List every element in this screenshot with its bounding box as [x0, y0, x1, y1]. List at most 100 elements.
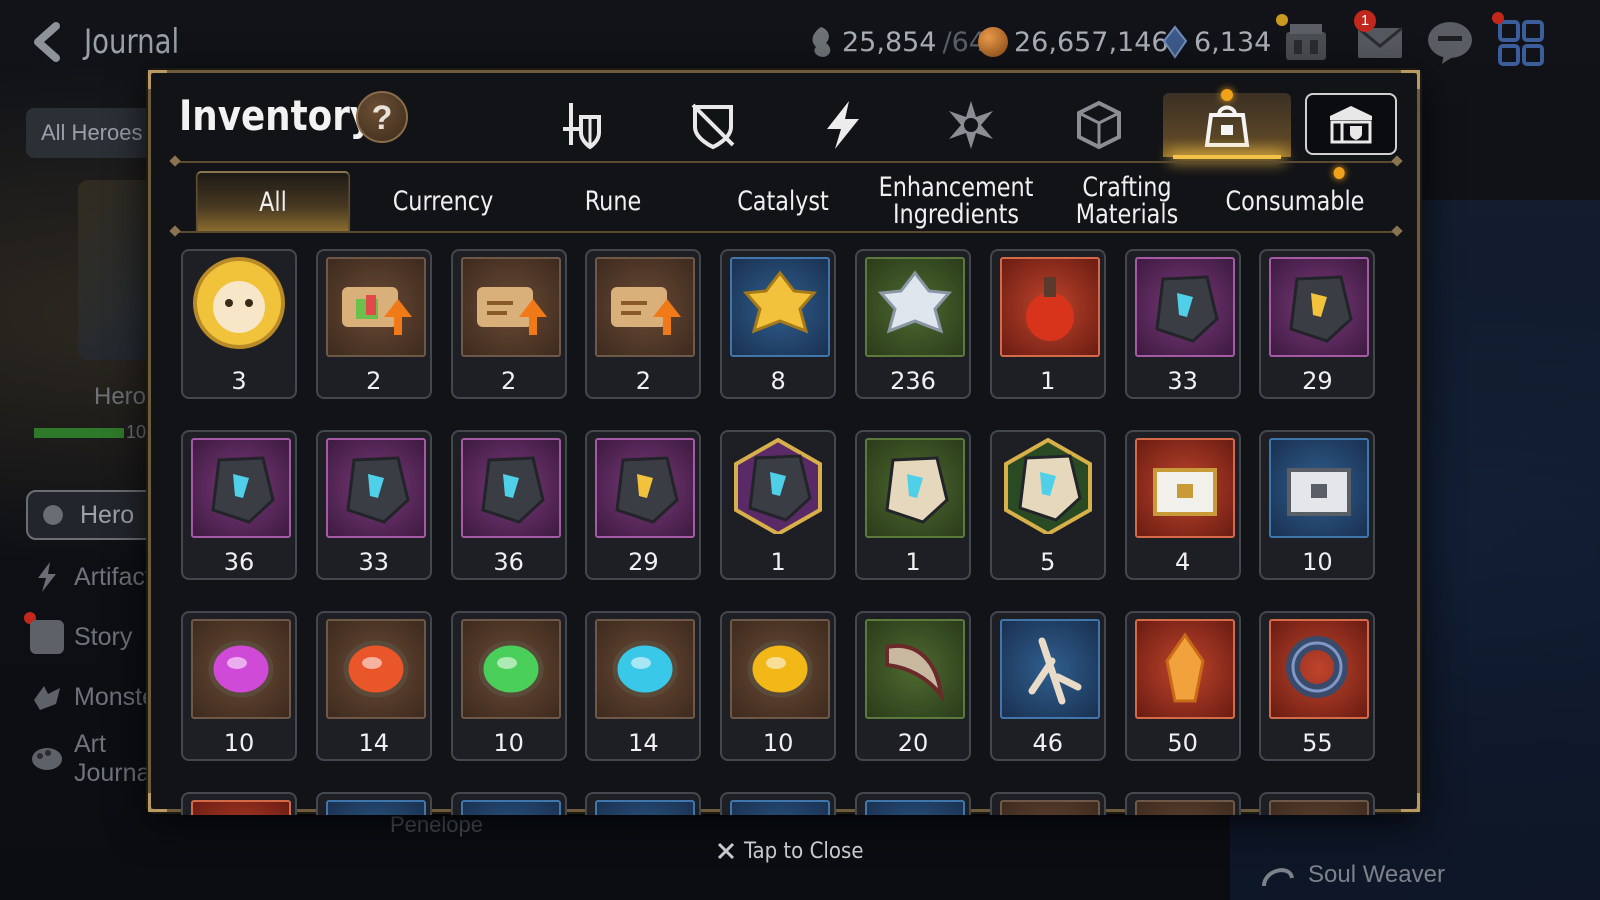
tab-bag[interactable] — [1163, 89, 1291, 159]
inventory-slot-partial[interactable] — [585, 792, 702, 815]
scroll-up-icon — [460, 257, 561, 357]
item-count: 36 — [493, 548, 524, 576]
item-count: 29 — [628, 548, 659, 576]
item-count: 2 — [635, 367, 652, 395]
subtab-enhancement-ingredients[interactable]: Enhancement Ingredients — [874, 171, 1038, 231]
item-art-partial — [999, 800, 1100, 815]
inventory-modal: Inventory ? All Currency Rune Catalyst E… — [148, 70, 1420, 815]
inventory-slot[interactable]: 46 — [989, 611, 1106, 761]
inventory-slot[interactable]: 20 — [855, 611, 971, 761]
item-count: 14 — [628, 729, 659, 757]
inventory-slot[interactable]: 10 — [1259, 430, 1376, 580]
inventory-slot-partial[interactable] — [450, 792, 567, 815]
inventory-slot-partial[interactable] — [181, 792, 297, 815]
inventory-slot[interactable]: 33 — [1124, 249, 1241, 399]
storage-button[interactable] — [1305, 93, 1397, 155]
inventory-slot[interactable]: 2 — [450, 249, 567, 399]
armor-stone-icon — [191, 438, 291, 538]
item-count: 33 — [1167, 367, 1198, 395]
item-count: 55 — [1302, 729, 1333, 757]
inventory-slot-partial[interactable] — [1259, 792, 1376, 815]
inventory-slot[interactable]: 1 — [720, 430, 837, 580]
inventory-slot[interactable]: 10 — [181, 611, 297, 761]
item-count: 20 — [897, 729, 929, 757]
subtab-catalyst[interactable]: Catalyst — [706, 171, 861, 231]
tap-to-close[interactable]: Tap to Close — [716, 836, 864, 866]
item-count: 4 — [1174, 548, 1191, 576]
inventory-slot[interactable]: 29 — [585, 430, 702, 580]
skystone-counter[interactable]: 6,134 — [1162, 22, 1271, 62]
modal-corner — [148, 793, 167, 812]
tab-materials[interactable] — [1051, 93, 1147, 157]
inventory-slot[interactable]: 50 — [1124, 611, 1241, 761]
inventory-slot[interactable]: 2 — [585, 249, 702, 399]
item-count: 5 — [1040, 548, 1056, 576]
item-count: 46 — [1032, 729, 1064, 757]
hero-icon — [36, 498, 70, 532]
red-potion-icon — [999, 257, 1100, 357]
inventory-slot[interactable]: 1 — [989, 249, 1106, 399]
menu-button[interactable] — [1492, 12, 1548, 68]
stamina-counter[interactable]: 25,854/64 — [806, 22, 986, 62]
yellow-rune-icon — [730, 619, 831, 719]
subtab-currency[interactable]: Currency — [366, 171, 521, 231]
item-count: 29 — [1302, 367, 1333, 395]
root-icon — [999, 619, 1100, 719]
inventory-slot[interactable]: 14 — [585, 611, 702, 761]
tab-spirit[interactable] — [923, 93, 1019, 157]
inventory-slot-partial[interactable] — [989, 792, 1106, 815]
mail-button[interactable]: 1 — [1354, 10, 1406, 68]
modal-corner — [148, 70, 167, 89]
item-count: 3 — [231, 367, 247, 395]
inventory-slot[interactable]: 10 — [720, 611, 837, 761]
tab-shield[interactable] — [665, 93, 761, 157]
crystal-shard-icon — [1134, 619, 1235, 719]
inventory-slot[interactable]: 14 — [315, 611, 432, 761]
inventory-slot[interactable]: 55 — [1259, 611, 1376, 761]
item-count: 8 — [770, 367, 786, 395]
stamina-value: 25,854 — [842, 26, 937, 58]
inventory-slot[interactable]: 33 — [315, 430, 432, 580]
side-nav-label: Hero — [80, 500, 135, 529]
item-art-partial — [730, 800, 831, 815]
item-count: 2 — [366, 367, 382, 395]
inventory-slot[interactable]: 5 — [989, 430, 1106, 580]
close-icon — [717, 842, 735, 860]
tab-artifact[interactable] — [795, 93, 891, 157]
help-button[interactable]: ? — [356, 91, 408, 143]
white-stone-icon — [865, 438, 965, 538]
chat-button[interactable] — [1424, 16, 1476, 68]
monster-icon — [30, 680, 64, 714]
subtab-crafting-materials[interactable]: Crafting Materials — [1050, 171, 1205, 231]
inventory-slot[interactable]: 3 — [181, 249, 297, 399]
bag-tab-notification-dot — [1221, 89, 1233, 101]
tab-equipment[interactable] — [535, 93, 631, 157]
subtab-consumable[interactable]: Consumable — [1218, 167, 1373, 231]
inventory-slot-partial[interactable] — [1124, 792, 1241, 815]
inventory-slot[interactable]: 1 — [855, 430, 971, 580]
inventory-slot[interactable]: 4 — [1124, 430, 1241, 580]
inventory-slot-partial[interactable] — [855, 792, 971, 815]
inventory-slot[interactable]: 29 — [1259, 249, 1376, 399]
inventory-slot[interactable]: 236 — [855, 249, 971, 399]
back-button[interactable] — [26, 20, 70, 64]
gold-counter[interactable]: 26,657,146 — [978, 22, 1169, 62]
inventory-slot[interactable]: 36 — [181, 430, 297, 580]
item-count: 10 — [493, 729, 524, 757]
item-count: 36 — [223, 548, 255, 576]
subtab-all[interactable]: All — [195, 171, 351, 231]
inventory-slot[interactable]: 2 — [315, 249, 432, 399]
inventory-slot-partial[interactable] — [315, 792, 432, 815]
inventory-slot-partial[interactable] — [720, 792, 837, 815]
shop-button[interactable] — [1276, 14, 1332, 68]
ring-stone-icon — [325, 438, 426, 538]
subtab-rune[interactable]: Rune — [536, 171, 691, 231]
material-cube-icon — [1077, 100, 1121, 150]
inventory-slot[interactable]: 36 — [450, 430, 567, 580]
stamina-icon — [812, 27, 831, 57]
item-art-partial — [325, 800, 426, 815]
side-nav-label: Story — [74, 622, 133, 651]
inventory-slot[interactable]: 8 — [720, 249, 837, 399]
inventory-slot[interactable]: 10 — [450, 611, 567, 761]
shield-icon — [691, 103, 735, 150]
